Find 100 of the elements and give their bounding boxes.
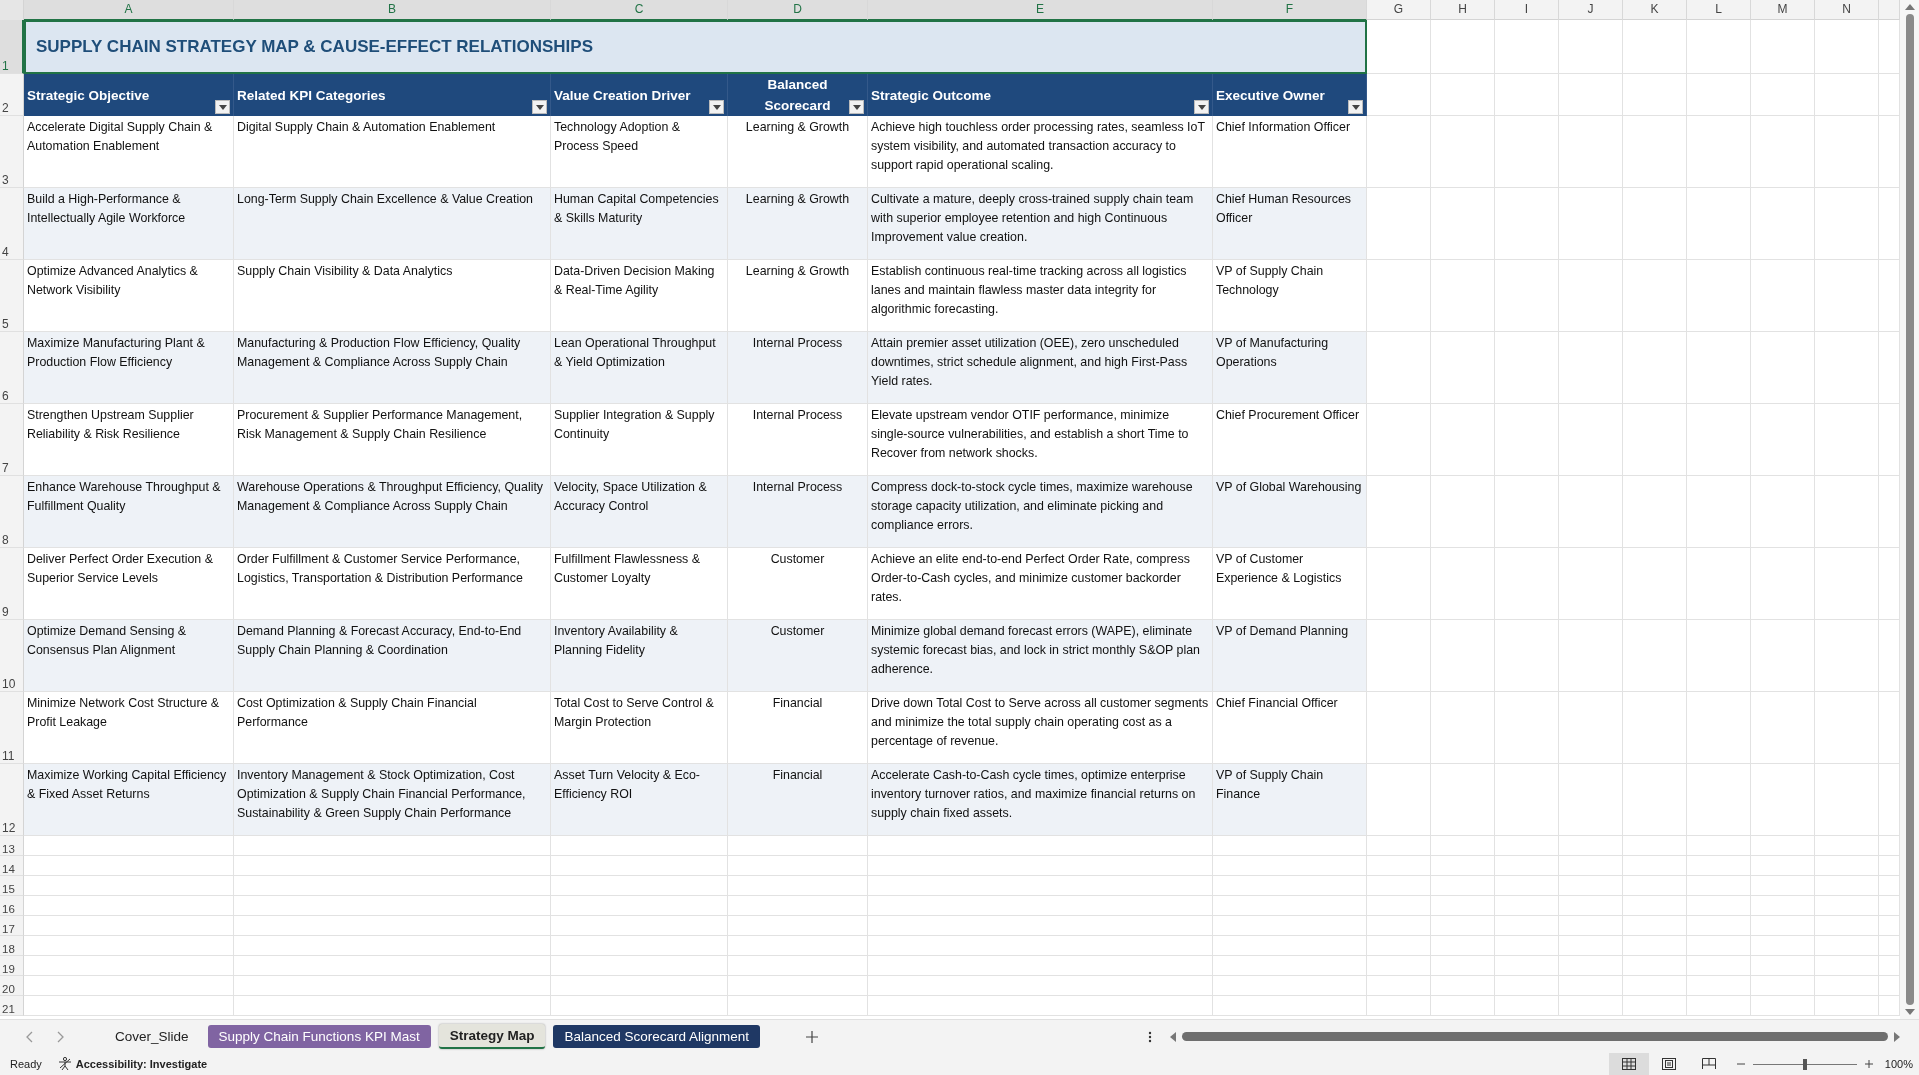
empty-cell[interactable] (1559, 916, 1623, 936)
empty-cell[interactable] (1751, 620, 1815, 692)
empty-cell[interactable] (1559, 836, 1623, 856)
empty-cell[interactable] (1815, 896, 1879, 916)
empty-cell[interactable] (1495, 74, 1559, 116)
zoom-level[interactable]: 100% (1884, 1058, 1913, 1070)
empty-cell[interactable] (1431, 404, 1495, 476)
normal-view-button[interactable] (1608, 1053, 1649, 1075)
empty-cell[interactable] (1495, 620, 1559, 692)
empty-cell[interactable] (868, 996, 1213, 1016)
empty-cell[interactable] (234, 936, 551, 956)
empty-cell[interactable] (1495, 976, 1559, 996)
empty-cell[interactable] (868, 876, 1213, 896)
empty-cell[interactable] (1559, 936, 1623, 956)
empty-cell[interactable] (1213, 916, 1367, 936)
empty-cell[interactable] (234, 996, 551, 1016)
empty-cell[interactable] (1367, 116, 1431, 188)
column-header[interactable]: G (1367, 0, 1431, 21)
empty-cell[interactable] (1431, 260, 1495, 332)
row-number[interactable]: 7 (0, 404, 24, 476)
empty-cell[interactable] (1431, 764, 1495, 836)
column-header[interactable]: A (24, 0, 234, 21)
empty-cell[interactable] (1213, 996, 1367, 1016)
vertical-scrollbar[interactable] (1900, 0, 1919, 1020)
empty-cell[interactable] (1751, 836, 1815, 856)
empty-cell[interactable] (1751, 692, 1815, 764)
empty-cell[interactable] (728, 896, 868, 916)
row-number[interactable]: 9 (0, 548, 24, 620)
empty-cell[interactable] (1687, 896, 1751, 916)
filter-button[interactable] (215, 100, 230, 114)
empty-cell[interactable] (1623, 548, 1687, 620)
empty-cell[interactable] (1751, 404, 1815, 476)
select-all-button[interactable] (0, 0, 24, 21)
empty-cell[interactable] (1815, 74, 1879, 116)
row-number[interactable]: 15 (0, 876, 24, 896)
empty-cell[interactable] (728, 976, 868, 996)
empty-cell[interactable] (728, 876, 868, 896)
column-header[interactable]: B (234, 0, 551, 21)
empty-cell[interactable] (1623, 996, 1687, 1016)
empty-cell[interactable] (868, 956, 1213, 976)
empty-cell[interactable] (1559, 404, 1623, 476)
sheet-tab[interactable]: Balanced Scorecard Alignment (553, 1025, 761, 1048)
empty-cell[interactable] (1431, 836, 1495, 856)
column-header[interactable]: E (868, 0, 1213, 21)
empty-cell[interactable] (1815, 976, 1879, 996)
column-header[interactable]: D (728, 0, 868, 21)
empty-cell[interactable] (1815, 548, 1879, 620)
column-header[interactable]: I (1495, 0, 1559, 21)
empty-cell[interactable] (1687, 20, 1751, 74)
row-number[interactable]: 14 (0, 856, 24, 876)
empty-cell[interactable] (1367, 188, 1431, 260)
empty-cell[interactable] (1431, 936, 1495, 956)
empty-cell[interactable] (1751, 764, 1815, 836)
empty-cell[interactable] (1559, 188, 1623, 260)
empty-cell[interactable] (1687, 74, 1751, 116)
empty-cell[interactable] (1431, 74, 1495, 116)
row-number[interactable]: 21 (0, 996, 24, 1016)
empty-cell[interactable] (1559, 856, 1623, 876)
empty-cell[interactable] (234, 876, 551, 896)
empty-cell[interactable] (1815, 260, 1879, 332)
empty-cell[interactable] (234, 856, 551, 876)
empty-cell[interactable] (1559, 476, 1623, 548)
empty-cell[interactable] (1495, 692, 1559, 764)
empty-cell[interactable] (1213, 856, 1367, 876)
zoom-out-icon[interactable] (1736, 1060, 1745, 1068)
empty-cell[interactable] (1623, 896, 1687, 916)
empty-cell[interactable] (1815, 876, 1879, 896)
empty-cell[interactable] (1751, 548, 1815, 620)
empty-cell[interactable] (1367, 856, 1431, 876)
empty-cell[interactable] (1431, 116, 1495, 188)
empty-cell[interactable] (868, 856, 1213, 876)
empty-cell[interactable] (1495, 476, 1559, 548)
empty-cell[interactable] (1495, 856, 1559, 876)
empty-cell[interactable] (1431, 20, 1495, 74)
empty-cell[interactable] (551, 876, 728, 896)
empty-cell[interactable] (1751, 956, 1815, 976)
empty-cell[interactable] (1751, 116, 1815, 188)
accessibility-icon[interactable] (57, 1057, 72, 1071)
empty-cell[interactable] (868, 836, 1213, 856)
column-header[interactable]: K (1623, 0, 1687, 21)
column-header[interactable]: L (1687, 0, 1751, 21)
empty-cell[interactable] (1213, 936, 1367, 956)
empty-cell[interactable] (1367, 896, 1431, 916)
empty-cell[interactable] (1687, 916, 1751, 936)
empty-cell[interactable] (728, 916, 868, 936)
filter-button[interactable] (1348, 100, 1363, 114)
empty-cell[interactable] (1367, 976, 1431, 996)
row-number[interactable]: 17 (0, 916, 24, 936)
empty-cell[interactable] (1559, 692, 1623, 764)
row-number[interactable]: 1 (0, 20, 24, 74)
empty-cell[interactable] (1623, 856, 1687, 876)
empty-cell[interactable] (1495, 936, 1559, 956)
empty-cell[interactable] (1623, 764, 1687, 836)
empty-cell[interactable] (728, 956, 868, 976)
empty-cell[interactable] (1687, 692, 1751, 764)
empty-cell[interactable] (1495, 332, 1559, 404)
column-header[interactable]: J (1559, 0, 1623, 21)
empty-cell[interactable] (1623, 476, 1687, 548)
empty-cell[interactable] (551, 936, 728, 956)
empty-cell[interactable] (1751, 976, 1815, 996)
